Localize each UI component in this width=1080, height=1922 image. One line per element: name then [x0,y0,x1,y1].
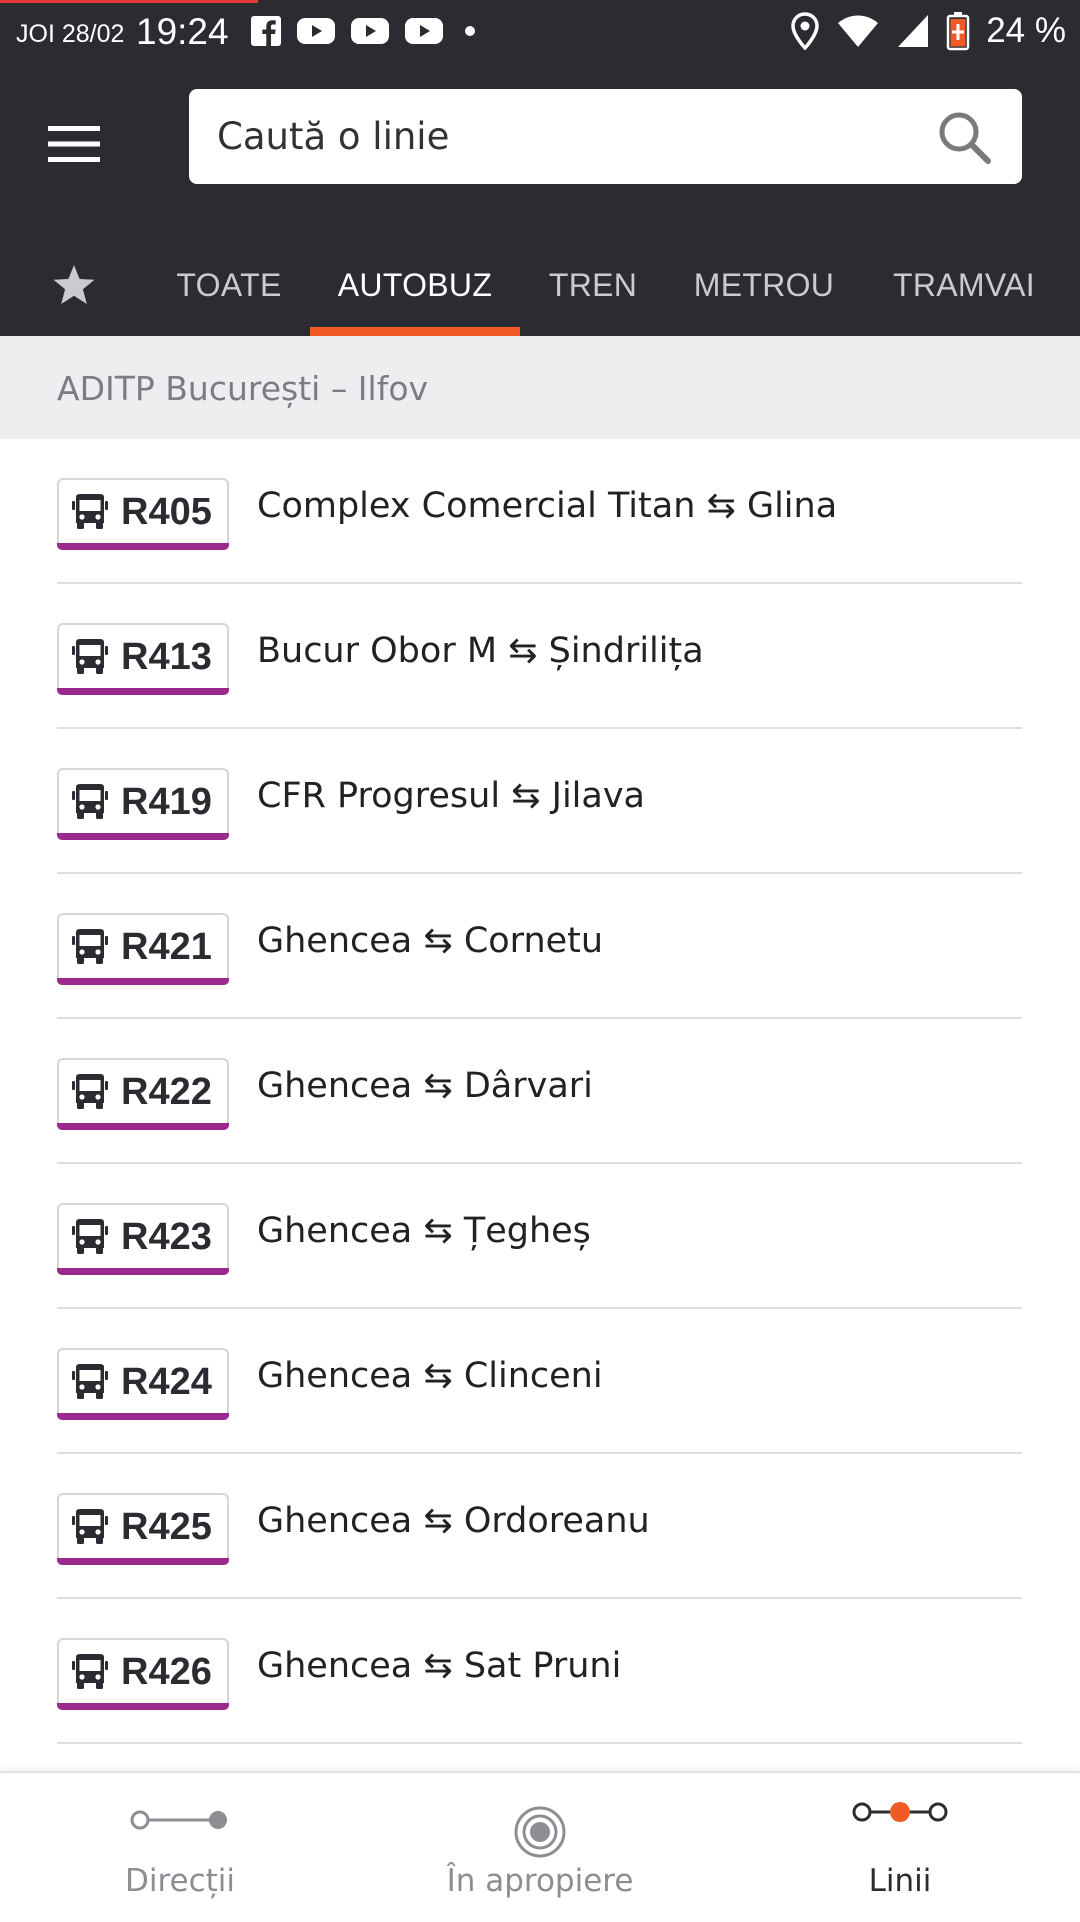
bus-icon [72,1074,108,1109]
search-box[interactable] [189,89,1022,184]
tab-label: TRAMVAI [893,266,1035,303]
bus-icon [72,1654,108,1689]
bus-icon [72,1219,108,1254]
route-badge: R405 [57,478,229,550]
route-badge: R422 [57,1058,229,1130]
agency-section-header: ADITP București – Ilfov [0,336,1080,439]
route-list-item[interactable]: R424 Ghencea ⇆ Clinceni [0,1309,1080,1454]
menu-button[interactable] [40,114,108,174]
loading-progress-bar [0,0,258,3]
route-number: R419 [121,780,212,823]
route-list-item[interactable]: R421 Ghencea ⇆ Cornetu [0,874,1080,1019]
tab-metrou[interactable]: METROU [680,234,848,336]
transport-type-tabs: TOATE AUTOBUZ TREN METROU TRAMVAI [0,234,1080,336]
route-number: R405 [121,490,212,533]
route-number: R424 [121,1360,212,1403]
route-name: Ghencea ⇆ Ordoreanu [257,1501,650,1541]
route-badge: R413 [57,623,229,695]
search-icon[interactable] [936,109,992,165]
youtube-icon [351,18,389,44]
route-name: Complex Comercial Titan ⇆ Glina [257,486,838,526]
bus-icon [72,494,108,529]
route-badge: R424 [57,1348,229,1420]
youtube-icon [297,18,335,44]
route-name: Bucur Obor M ⇆ Șindrilița [257,631,704,671]
bus-icon [72,1364,108,1399]
wifi-icon [838,15,879,47]
route-list-item[interactable]: R405 Complex Comercial Titan ⇆ Glina [0,439,1080,584]
star-icon [53,265,95,304]
route-name: Ghencea ⇆ Sat Pruni [257,1646,622,1686]
route-list-item[interactable]: R413 Bucur Obor M ⇆ Șindrilița [0,584,1080,729]
tab-label: TOATE [176,266,282,303]
route-badge: R426 [57,1638,229,1710]
status-system-icons: 24 % [790,10,1066,52]
route-name: Ghencea ⇆ Cornetu [257,921,604,961]
tab-autobuz[interactable]: AUTOBUZ [310,234,520,336]
tab-label: AUTOBUZ [337,266,493,303]
status-bar: JOI 28/02 19:24 24 % [0,0,1080,64]
route-number: R413 [121,635,212,678]
route-badge: R421 [57,913,229,985]
bus-icon [72,929,108,964]
bottom-navigation: Direcții În apropiere Linii [0,1771,1080,1920]
route-list-item[interactable]: R426 Ghencea ⇆ Sat Pruni [0,1599,1080,1744]
notification-icons [250,14,482,48]
agency-title: ADITP București – Ilfov [57,369,429,408]
route-name: Ghencea ⇆ Clinceni [257,1356,603,1396]
tab-label: METROU [693,266,835,303]
location-icon [791,12,819,50]
battery-charging-icon [946,12,970,51]
route-name: Ghencea ⇆ Țegheș [257,1211,591,1251]
facebook-icon [251,16,281,46]
route-badge: R423 [57,1203,229,1275]
route-number: R426 [121,1650,212,1693]
tab-label: TREN [548,266,638,303]
route-name: Ghencea ⇆ Dârvari [257,1066,593,1106]
lines-icon [852,1802,948,1822]
dot-icon [465,26,475,36]
battery-percent: 24 % [986,11,1066,50]
route-list-item[interactable]: R419 CFR Progresul ⇆ Jilava [0,729,1080,874]
nav-nearby[interactable]: În apropiere [360,1773,720,1922]
search-input[interactable] [217,89,917,184]
nav-directions[interactable]: Direcții [0,1773,360,1922]
route-badge: R425 [57,1493,229,1565]
tab-tramvai[interactable]: TRAMVAI [874,234,1054,336]
route-directions-icon [130,1810,227,1830]
status-date: JOI 28/02 [16,20,125,48]
bus-icon [72,639,108,674]
tab-favorites[interactable] [30,234,118,336]
status-time: 19:24 [136,11,229,52]
route-name: CFR Progresul ⇆ Jilava [257,776,646,816]
route-number: R423 [121,1215,212,1258]
youtube-icon [405,18,443,44]
route-badge: R419 [57,768,229,840]
route-list: R405 Complex Comercial Titan ⇆ Glina R41… [0,439,1080,1771]
cell-signal-icon [898,15,929,47]
tab-toate[interactable]: TOATE [150,234,308,336]
bus-icon [72,1509,108,1544]
route-list-item[interactable]: R422 Ghencea ⇆ Dârvari [0,1019,1080,1164]
route-number: R421 [121,925,212,968]
route-list-item[interactable]: R425 Ghencea ⇆ Ordoreanu [0,1454,1080,1599]
nearby-target-icon [514,1806,566,1858]
tab-tren[interactable]: TREN [532,234,654,336]
nav-label: Linii [868,1863,932,1899]
app-bar: TOATE AUTOBUZ TREN METROU TRAMVAI [0,64,1080,336]
route-list-item[interactable]: R423 Ghencea ⇆ Țegheș [0,1164,1080,1309]
nav-label: În apropiere [446,1863,634,1899]
route-number: R422 [121,1070,212,1113]
bus-icon [72,784,108,819]
route-number: R425 [121,1505,212,1548]
nav-lines[interactable]: Linii [720,1773,1080,1922]
hamburger-menu-icon [48,126,100,162]
nav-label: Direcții [124,1863,236,1899]
